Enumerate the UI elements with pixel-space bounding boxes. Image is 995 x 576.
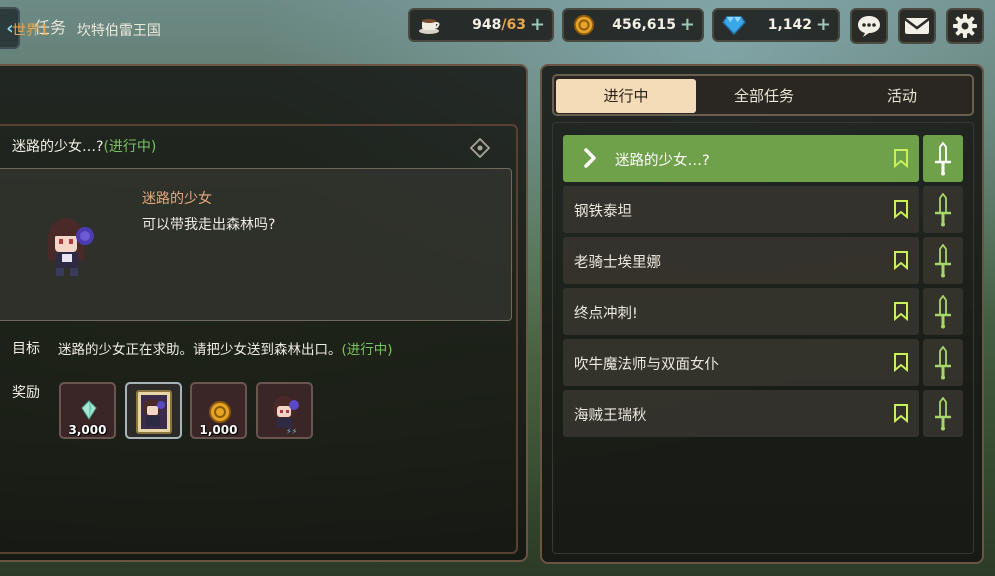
sword-icon <box>935 243 951 277</box>
reward-amount: 3,000 <box>68 423 107 437</box>
quest-list-item-active[interactable]: 迷路的少女…? <box>563 135 919 182</box>
npc-dialogue: 可以带我走出森林吗? <box>142 217 276 233</box>
npc-name: 迷路的少女 <box>142 191 212 207</box>
sword-icon <box>935 192 951 226</box>
bookmark-icon[interactable] <box>893 250 909 270</box>
gold-coin-icon <box>209 401 231 423</box>
reward-label: 奖励 <box>12 385 40 401</box>
sword-button[interactable] <box>923 237 963 284</box>
goal-label: 目标 <box>12 341 40 357</box>
sword-icon <box>935 141 951 175</box>
coffee-cup-icon <box>419 19 440 34</box>
hero-card-icon <box>136 390 172 434</box>
gear-icon <box>953 14 977 38</box>
sword-button[interactable] <box>923 186 963 233</box>
gold-coin-icon <box>573 14 595 36</box>
world-tag: 世界1 <box>12 23 49 39</box>
reward-item-costume[interactable]: ⚡⚡ <box>256 382 313 439</box>
world-name: 坎特伯雷王国 <box>76 23 161 39</box>
costume-icon: ⚡⚡ <box>273 396 299 436</box>
quest-tabs: 进行中 全部任务 活动 <box>552 74 974 116</box>
sword-icon <box>935 396 951 430</box>
sword-icon <box>935 345 951 379</box>
quest-list-item[interactable]: 吹牛魔法师与双面女仆 <box>563 339 919 386</box>
stamina-counter: 948/63 + <box>408 8 554 42</box>
bookmark-icon[interactable] <box>893 352 909 372</box>
settings-button[interactable] <box>946 8 984 44</box>
sword-button[interactable] <box>923 135 963 182</box>
quest-list-item[interactable]: 终点冲刺! <box>563 288 919 335</box>
chevron-right-icon <box>584 148 596 168</box>
stamina-value: 948/63 <box>472 17 526 33</box>
goal-status: (进行中) <box>341 342 393 358</box>
add-gems-button[interactable]: + <box>816 14 831 35</box>
bookmark-icon[interactable] <box>893 403 909 423</box>
reward-item-hero-card[interactable] <box>125 382 182 439</box>
mail-button[interactable] <box>898 8 936 44</box>
svg-text:⚡⚡: ⚡⚡ <box>286 427 297 436</box>
tab-in-progress[interactable]: 进行中 <box>556 79 696 113</box>
chat-button[interactable] <box>850 8 888 44</box>
reward-item-crystal[interactable]: 3,000 <box>59 382 116 439</box>
quest-list-label: 老骑士埃里娜 <box>574 255 661 271</box>
gem-counter: 1,142 + <box>712 8 840 42</box>
quest-list-item[interactable]: 钢铁泰坦 <box>563 186 919 233</box>
locate-map-icon[interactable] <box>470 138 490 158</box>
envelope-icon <box>904 18 930 34</box>
quest-list-item[interactable]: 海贼王瑞秋 <box>563 390 919 437</box>
gem-value: 1,142 <box>767 17 812 33</box>
quest-list-label: 终点冲刺! <box>574 306 638 322</box>
quest-list-label: 海贼王瑞秋 <box>574 408 647 424</box>
tab-events[interactable]: 活动 <box>832 79 972 113</box>
quest-status: (进行中) <box>103 139 157 155</box>
quest-list-item[interactable]: 老骑士埃里娜 <box>563 237 919 284</box>
quest-title: 迷路的少女…?(进行中) <box>12 139 157 155</box>
add-stamina-button[interactable]: + <box>530 14 545 35</box>
gold-counter: 456,615 + <box>562 8 704 42</box>
chat-bubble-icon <box>858 16 880 37</box>
diamond-gem-icon <box>722 16 746 35</box>
npc-portrait <box>48 218 94 276</box>
crystal-icon <box>81 400 97 420</box>
sword-icon <box>935 294 951 328</box>
reward-item-gold[interactable]: 1,000 <box>190 382 247 439</box>
gold-value: 456,615 <box>612 17 676 33</box>
bookmark-icon[interactable] <box>893 199 909 219</box>
bookmark-icon[interactable] <box>893 148 909 168</box>
goal-description: 迷路的少女正在求助。请把少女送到森林出口。(进行中) <box>58 342 393 358</box>
bookmark-icon[interactable] <box>893 301 909 321</box>
sword-button[interactable] <box>923 339 963 386</box>
reward-amount: 1,000 <box>199 423 238 437</box>
sword-button[interactable] <box>923 288 963 335</box>
quest-list-label: 迷路的少女…? <box>615 153 710 169</box>
quest-list-label: 吹牛魔法师与双面女仆 <box>574 357 719 373</box>
world-header: 世界1 坎特伯雷王国 <box>12 20 161 40</box>
sword-button[interactable] <box>923 390 963 437</box>
quest-list-label: 钢铁泰坦 <box>574 204 632 220</box>
add-gold-button[interactable]: + <box>680 14 695 35</box>
tab-all-quests[interactable]: 全部任务 <box>694 79 834 113</box>
